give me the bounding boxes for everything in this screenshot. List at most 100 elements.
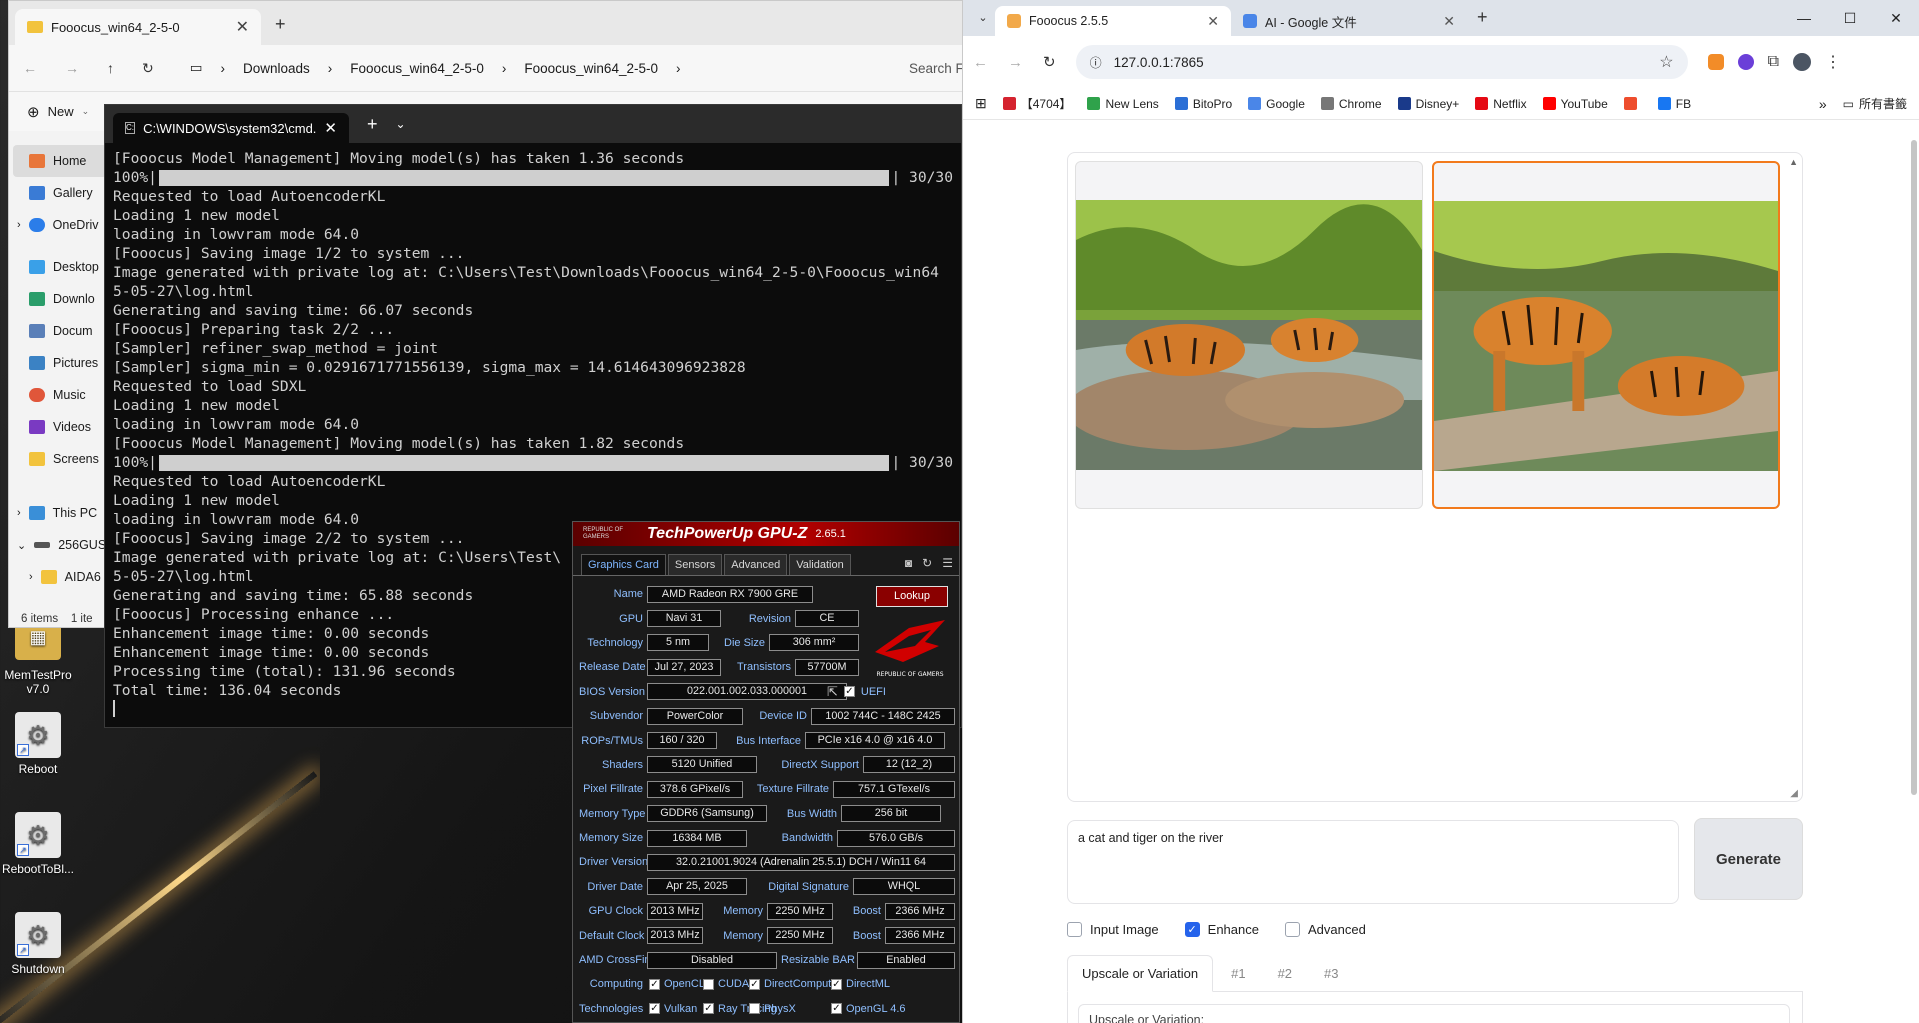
minimize-icon[interactable]: — [1781, 0, 1827, 36]
desktop-icon-reboot[interactable]: ⚙ ↗ Reboot [0, 712, 76, 776]
gpuz-value-field[interactable]: 2366 MHz [885, 927, 955, 945]
gpuz-value-field[interactable]: PCIe x16 4.0 @ x16 4.0 [805, 732, 945, 750]
bookmark-star-icon[interactable]: ☆ [1659, 52, 1673, 72]
tab-validation[interactable]: Validation [789, 554, 851, 575]
tab-search-chevron-icon[interactable]: ⌄ [971, 4, 995, 30]
resize-handle-icon[interactable]: ◢ [1790, 788, 1798, 799]
back-arrow-icon[interactable]: ← [973, 54, 988, 71]
gpuz-value-field[interactable]: 022.001.002.033.000001 [647, 683, 847, 701]
explorer-tab[interactable]: Fooocus_win64_2-5-0 ✕ [15, 9, 261, 45]
camera-icon[interactable]: ◙ [905, 556, 912, 570]
terminal-tab[interactable]: C: C:\WINDOWS\system32\cmd. ✕ [113, 113, 349, 143]
bookmark-item[interactable] [1623, 97, 1642, 110]
chevron-down-icon[interactable]: ⌄ [17, 539, 26, 552]
tab-enhance-2[interactable]: #2 [1264, 956, 1306, 991]
close-icon[interactable]: ✕ [1443, 13, 1455, 30]
scroll-up-icon[interactable]: ▲ [1789, 157, 1798, 167]
gpuz-value-field[interactable]: 2013 MHz [647, 927, 703, 945]
sidebar-item-videos[interactable]: Videos [9, 411, 111, 443]
gpuz-value-field[interactable]: 306 mm² [769, 634, 859, 652]
refresh-icon[interactable]: ↻ [922, 556, 932, 570]
gpuz-value-field[interactable]: 160 / 320 [647, 732, 717, 750]
option-advanced[interactable]: Advanced [1284, 922, 1366, 937]
gpuz-value-field[interactable]: 5 nm [647, 634, 709, 652]
gpuz-value-field[interactable]: 57700M [795, 658, 859, 676]
gpuz-value-field[interactable]: 32.0.21001.9024 (Adrenalin 25.5.1) DCH /… [647, 853, 955, 871]
gpuz-value-field[interactable]: 2366 MHz [885, 902, 955, 920]
tab-advanced[interactable]: Advanced [724, 554, 788, 575]
bookmark-item[interactable]: New Lens [1087, 97, 1159, 111]
chevron-down-icon[interactable]: ⌄ [396, 117, 406, 131]
tab-upscale-or-variation[interactable]: Upscale or Variation [1067, 955, 1214, 992]
desktop-icon-reboottobios[interactable]: ⚙ ↗ RebootToBl... [0, 812, 76, 876]
apps-grid-icon[interactable]: ⊞ [975, 95, 987, 112]
menu-icon[interactable]: ☰ [942, 556, 953, 570]
gallery-image-2-selected[interactable] [1432, 161, 1780, 509]
sidebar-item-downloads[interactable]: Downlo [9, 283, 111, 315]
gpuz-value-field[interactable]: AMD Radeon RX 7900 GRE [647, 585, 813, 603]
chevron-right-icon[interactable]: › [29, 571, 33, 583]
close-icon[interactable]: ✕ [236, 17, 249, 37]
address-bar[interactable]: ⓘ 127.0.0.1:7865 ☆ [1075, 45, 1688, 79]
checkbox[interactable] [1284, 922, 1300, 937]
tab-google-docs[interactable]: AI - Google 文件 ✕ [1231, 6, 1467, 36]
bookmarks-overflow-icon[interactable]: » [1819, 96, 1827, 112]
sidebar-item-documents[interactable]: Docum [9, 315, 111, 347]
site-info-icon[interactable]: ⓘ [1090, 54, 1102, 71]
option-enhance[interactable]: ✓ Enhance [1184, 922, 1259, 937]
tab-enhance-1[interactable]: #1 [1217, 956, 1259, 991]
gpuz-value-field[interactable]: Apr 25, 2025 [647, 878, 747, 896]
gpuz-value-field[interactable]: Jul 27, 2023 [647, 658, 721, 676]
generate-button[interactable]: Generate [1694, 818, 1803, 900]
forward-arrow-icon[interactable]: → [1008, 54, 1023, 71]
sidebar-item-gallery[interactable]: Gallery [9, 177, 111, 209]
bookmark-item[interactable]: YouTube [1542, 97, 1608, 111]
sidebar-item-home[interactable]: Home [13, 145, 107, 177]
bookmark-item[interactable]: FB [1657, 97, 1691, 111]
sidebar-item-music[interactable]: Music [9, 379, 111, 411]
new-tab-icon[interactable]: + [1477, 7, 1488, 28]
bookmark-item[interactable]: Disney+ [1397, 97, 1459, 111]
sidebar-item-pictures[interactable]: Pictures [9, 347, 111, 379]
close-window-icon[interactable]: ✕ [1873, 0, 1919, 36]
gpuz-value-field[interactable]: Disabled [647, 951, 777, 969]
gpuz-value-field[interactable]: Enabled [857, 951, 955, 969]
gpuz-value-field[interactable]: 757.1 GTexel/s [833, 780, 955, 798]
gallery-image-1[interactable] [1075, 161, 1423, 509]
chevron-right-icon[interactable]: › [17, 507, 21, 519]
option-input-image[interactable]: Input Image [1067, 922, 1159, 937]
sidebar-item-aida[interactable]: › AIDA6 [9, 561, 111, 593]
prompt-textarea[interactable]: a cat and tiger on the river [1067, 820, 1679, 904]
extension-purple-icon[interactable] [1737, 54, 1754, 70]
page-scrollbar[interactable] [1911, 140, 1917, 795]
bookmark-item[interactable]: Google [1248, 97, 1305, 111]
profile-avatar[interactable] [1793, 53, 1812, 71]
new-tab-icon[interactable]: + [367, 114, 378, 135]
bookmark-item[interactable]: Netflix [1475, 97, 1527, 111]
tab-sensors[interactable]: Sensors [667, 554, 723, 575]
gpuz-value-field[interactable]: 378.6 GPixel/s [647, 780, 743, 798]
maximize-icon[interactable]: ☐ [1827, 0, 1873, 36]
breadcrumb-item[interactable]: Downloads [243, 61, 310, 76]
bookmark-item[interactable]: BitoPro [1174, 97, 1232, 111]
kebab-menu-icon[interactable]: ⋮ [1825, 52, 1841, 72]
up-arrow-icon[interactable]: ↑ [107, 60, 114, 76]
bookmark-item[interactable]: Chrome [1320, 97, 1382, 111]
checkbox[interactable] [1067, 922, 1082, 937]
sidebar-item-screenshots[interactable]: Screens [9, 443, 111, 475]
gpuz-value-field[interactable]: 1002 744C - 148C 2425 [811, 707, 955, 725]
gpuz-value-field[interactable]: 576.0 GB/s [837, 829, 955, 847]
bookmark-item[interactable]: 【4704】 [1002, 95, 1071, 112]
gpuz-value-field[interactable]: PowerColor [647, 707, 743, 725]
gpuz-value-field[interactable]: 2250 MHz [767, 902, 833, 920]
tab-graphics-card[interactable]: Graphics Card [581, 554, 666, 575]
new-tab-icon[interactable]: + [275, 14, 286, 35]
share-bios-icon[interactable]: ⇱ [827, 684, 838, 700]
gpuz-value-field[interactable]: 5120 Unified [647, 756, 757, 774]
breadcrumb-item[interactable]: Fooocus_win64_2-5-0 [350, 61, 484, 76]
gpuz-value-field[interactable]: Navi 31 [647, 610, 721, 628]
gpuz-value-field[interactable]: 256 bit [841, 805, 941, 823]
gpuz-value-field[interactable]: WHQL [853, 878, 955, 896]
gpuz-value-field[interactable]: 2013 MHz [647, 902, 703, 920]
tab-enhance-3[interactable]: #3 [1310, 956, 1352, 991]
